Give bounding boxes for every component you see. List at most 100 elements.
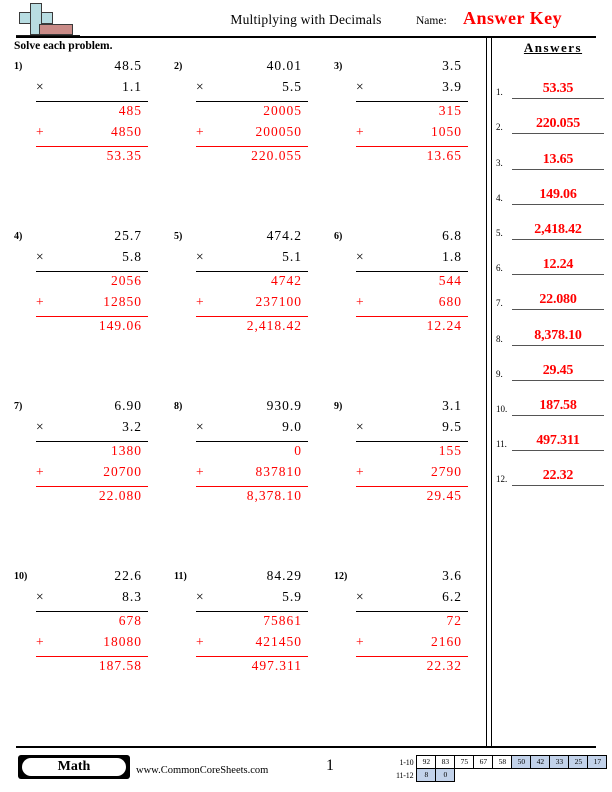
score-cell-empty (550, 769, 569, 782)
sum-rule (356, 316, 468, 317)
multiplier-value: 5.8 (122, 249, 142, 264)
multiplier-value: 3.2 (122, 419, 142, 434)
instruction-text: Solve each problem. (14, 40, 113, 52)
answer-value[interactable]: 13.65 (512, 152, 604, 170)
partial-product-1: 315 (356, 103, 468, 124)
answer-value[interactable]: 8,378.10 (512, 328, 604, 346)
problem-number: 9) (334, 401, 343, 412)
final-answer: 22.32 (356, 658, 468, 679)
multiplier-operator: × (356, 79, 364, 94)
problem-4: 4) 25.7 × 5.8 2056 +12850 149.06 (14, 228, 164, 358)
operation-rule (36, 611, 148, 612)
partial-product-1: 2056 (36, 273, 148, 294)
name-label: Name: (416, 15, 447, 27)
site-url[interactable]: www.CommonCoreSheets.com (136, 765, 268, 776)
score-cell: 92 (416, 755, 437, 769)
partial-product-1-value: 75861 (263, 613, 302, 628)
multiplier: × 5.9 (196, 589, 308, 610)
score-cell-empty (493, 769, 512, 782)
answer-value[interactable]: 22.32 (512, 468, 604, 487)
answer-value[interactable]: 53.35 (512, 81, 604, 100)
answer-value[interactable]: 220.055 (512, 116, 604, 135)
multiplier-value: 8.3 (122, 589, 142, 604)
multiplication-stack: 25.7 × 5.8 2056 +12850 149.06 (36, 228, 148, 339)
problem-3: 3) 3.5 × 3.9 315 +1050 13.65 (334, 58, 484, 188)
multiplier-value: 6.2 (442, 589, 462, 604)
answer-value[interactable]: 12.24 (512, 257, 604, 276)
multiplication-stack: 3.5 × 3.9 315 +1050 13.65 (356, 58, 468, 169)
problem-1: 1) 48.5 × 1.1 485 +4850 53.35 (14, 58, 164, 188)
score-cell-empty (588, 769, 607, 782)
partial-product-2-operator: + (196, 294, 204, 309)
problem-number: 10) (14, 571, 28, 582)
answer-value[interactable]: 187.58 (512, 398, 604, 416)
multiplicand-value: 474.2 (266, 228, 302, 243)
problem-number: 11) (174, 571, 187, 582)
multiplicand: 3.5 (356, 58, 468, 79)
partial-product-1: 485 (36, 103, 148, 124)
operation-rule (196, 101, 308, 102)
final-answer-value: 497.311 (251, 658, 302, 673)
partial-product-2-value: 2790 (431, 464, 462, 479)
final-answer: 13.65 (356, 148, 468, 169)
answers-column-heading: Answers (523, 40, 583, 55)
operation-rule (356, 271, 468, 272)
footer-divider (16, 746, 596, 748)
answer-value[interactable]: 149.06 (512, 187, 604, 205)
partial-product-2-value: 4850 (111, 124, 142, 139)
answer-value[interactable]: 29.45 (512, 363, 604, 381)
answer-value[interactable]: 497.311 (512, 433, 604, 452)
partial-product-1-value: 20005 (263, 103, 302, 118)
partial-product-2-value: 1050 (431, 124, 462, 139)
problem-number: 1) (14, 61, 23, 72)
partial-product-1-value: 0 (294, 443, 302, 458)
multiplicand-value: 25.7 (114, 228, 142, 243)
problem-row: 1) 48.5 × 1.1 485 +4850 53.35 2) 40.01 × 5.5 20005 +… (0, 58, 486, 228)
answer-row: 8. 8,378.10 (496, 310, 608, 346)
partial-product-2: +421450 (196, 634, 308, 655)
partial-product-2: +2790 (356, 464, 468, 485)
answer-value[interactable]: 2,418.42 (512, 222, 604, 240)
sum-rule (36, 316, 148, 317)
multiplication-stack: 930.9 × 9.0 0 +837810 8,378.10 (196, 398, 308, 509)
problem-number: 6) (334, 231, 343, 242)
partial-product-2: +680 (356, 294, 468, 315)
operation-rule (196, 441, 308, 442)
final-answer-value: 22.080 (98, 488, 142, 503)
final-answer: 53.35 (36, 148, 148, 169)
answer-index: 2. (496, 122, 503, 133)
sum-rule (356, 146, 468, 147)
answer-index: 5. (496, 227, 503, 238)
answer-value[interactable]: 22.080 (512, 292, 604, 311)
multiplicand: 84.29 (196, 568, 308, 589)
answer-index: 10. (496, 403, 508, 414)
multiplier-value: 3.9 (442, 79, 462, 94)
multiplicand-value: 3.5 (442, 58, 462, 73)
partial-product-1-value: 4742 (271, 273, 302, 288)
sum-rule (36, 146, 148, 147)
score-conversion-table: 1-10 92 83 75 67 58 50 42 33 25 17 11-12 8 0 (395, 755, 608, 782)
multiplicand-value: 48.5 (114, 58, 142, 73)
sum-rule (356, 656, 468, 657)
answer-row: 4. 149.06 (496, 170, 608, 205)
partial-product-2: +2160 (356, 634, 468, 655)
answer-index: 11. (496, 439, 507, 450)
final-answer-value: 187.58 (98, 658, 142, 673)
operation-rule (356, 101, 468, 102)
partial-product-1: 544 (356, 273, 468, 294)
multiplier: × 1.1 (36, 79, 148, 100)
operation-rule (36, 271, 148, 272)
sum-rule (36, 656, 148, 657)
partial-product-2-operator: + (36, 294, 44, 309)
answer-row: 7. 22.080 (496, 275, 608, 311)
operation-rule (196, 271, 308, 272)
subject-badge: Math (18, 755, 130, 779)
partial-product-2-value: 18080 (103, 634, 142, 649)
multiplication-stack: 3.6 × 6.2 72 +2160 22.32 (356, 568, 468, 679)
partial-product-1-value: 2056 (111, 273, 142, 288)
partial-product-2: +20700 (36, 464, 148, 485)
multiplication-stack: 3.1 × 9.5 155 +2790 29.45 (356, 398, 468, 509)
multiplicand-value: 40.01 (266, 58, 302, 73)
partial-product-1-value: 544 (438, 273, 462, 288)
multiplicand-value: 930.9 (266, 398, 302, 413)
